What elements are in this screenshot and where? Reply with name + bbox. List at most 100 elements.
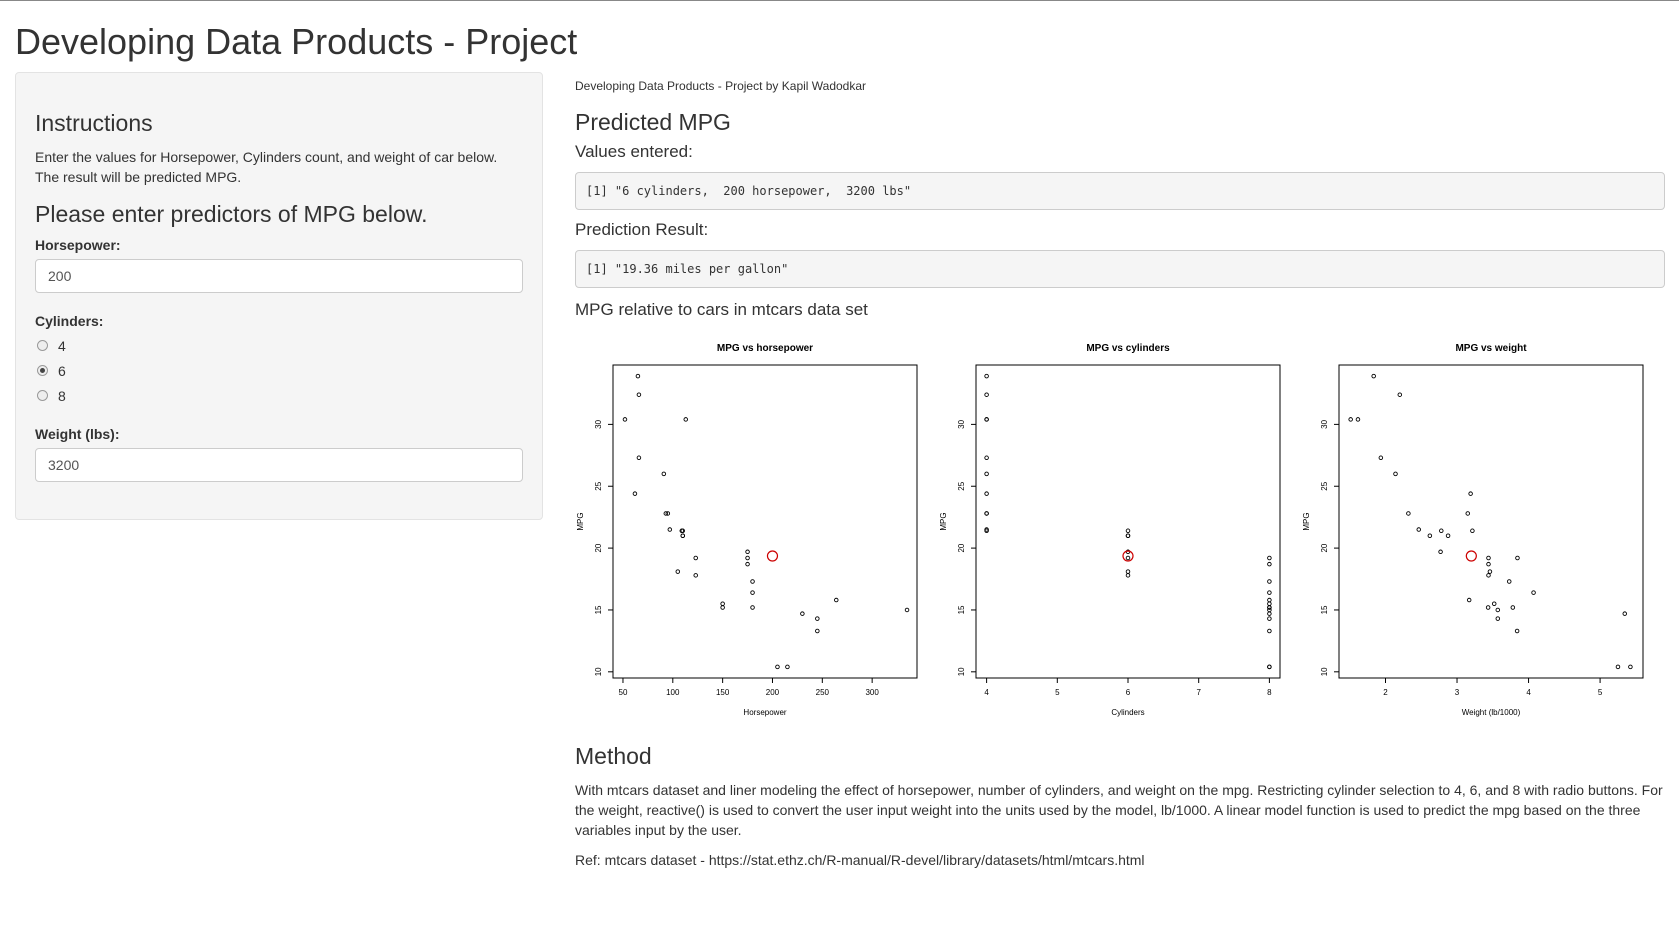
data-point [1486,561,1491,567]
instructions-line-1: Enter the values for Horsepower, Cylinde… [35,149,498,165]
prediction-result-label: Prediction Result: [575,220,709,239]
data-point [1615,664,1621,670]
x-axis-label: Weight (lb/1000) [1462,708,1521,717]
radio-button-6[interactable] [37,365,48,376]
x-tick-label: 7 [1196,688,1201,697]
data-point [636,455,642,461]
data-point [1491,601,1497,607]
data-point [1267,664,1272,670]
data-point [1622,611,1628,616]
radio-button-4[interactable] [37,340,48,351]
horsepower-label: Horsepower: [35,237,121,253]
data-point [1628,664,1633,670]
data-point [750,590,755,595]
radio-option-6[interactable]: 6 [35,358,523,383]
data-point [785,664,790,670]
x-tick-label: 2 [1383,688,1388,697]
x-tick-label: 150 [716,688,730,697]
y-tick-label: 25 [957,481,966,490]
chart-3: MPG vs weight 2 3 4 5 10 15 20 25 30 Weight (lb/10… [1302,343,1644,717]
page-title: Developing Data Products - Project [15,21,578,62]
sidebar-panel: Instructions Enter the values for Horsep… [15,72,543,520]
data-point [1267,597,1272,603]
data-point [984,392,989,397]
y-tick-label: 10 [1320,667,1329,676]
data-point [1487,569,1493,574]
x-tick-label: 3 [1455,688,1460,697]
data-point [636,392,642,397]
data-point [984,471,989,477]
x-tick-label: 300 [865,688,879,697]
data-point [1466,597,1472,603]
data-point [1125,528,1131,534]
data-point [1495,616,1501,621]
cylinders-group: Cylinders: 4 6 8 [35,313,523,408]
data-point [1465,511,1471,516]
data-point [1267,628,1272,634]
data-point [1348,417,1353,422]
data-point [1468,491,1473,496]
radio-option-8[interactable]: 8 [35,383,523,408]
y-tick-label: 30 [1320,419,1329,428]
data-point [720,601,725,607]
data-point [1267,579,1272,584]
data-point [984,373,989,379]
plots-svg: MPG vs horsepower 50 100 150 200 250 300 10 15 20… [576,343,1644,717]
data-point [1486,573,1491,578]
horsepower-group: Horsepower: [35,237,523,293]
data-point [745,549,750,555]
data-point [1510,605,1516,610]
y-tick-label: 25 [594,481,603,490]
weight-group: Weight (lbs): [35,426,523,482]
plot-frame [1338,364,1644,679]
data-point [745,561,750,567]
y-axis-label: MPG [1302,512,1311,530]
data-point [1267,555,1272,561]
x-tick-label: 4 [984,688,989,697]
horsepower-input[interactable] [35,259,523,293]
data-point [680,533,686,538]
data-point [1514,628,1520,634]
predictors-heading: Please enter predictors of MPG below. [35,201,428,227]
byline: Developing Data Products - Project by Ka… [575,79,867,93]
reference-text: Ref: mtcars dataset - https://stat.ethz.… [575,852,1145,868]
y-tick-label: 25 [1320,481,1329,490]
data-point [1427,533,1433,538]
x-tick-label: 5 [1598,688,1603,697]
data-point [683,417,689,422]
radio-button-8[interactable] [37,390,48,401]
data-point [661,471,667,477]
data-point [750,605,755,610]
radio-label-4: 4 [58,337,66,354]
data-point [1267,611,1272,616]
y-tick-label: 20 [957,543,966,552]
x-tick-label: 200 [766,688,780,697]
y-tick-label: 30 [957,419,966,428]
instructions-line-2: The result will be predicted MPG. [35,169,242,185]
data-point [1393,471,1398,477]
scatter-plots: MPG vs horsepower 50 100 150 200 250 300 10 15 20… [575,330,1665,730]
chart-title: MPG vs weight [1455,343,1527,354]
cylinders-label: Cylinders: [35,313,104,329]
y-tick-label: 20 [1320,543,1329,552]
y-tick-label: 15 [957,605,966,614]
plot-frame [612,364,918,679]
data-point [1125,569,1131,574]
data-point [622,417,628,422]
x-tick-label: 5 [1055,688,1060,697]
data-point [815,628,820,634]
predicted-point [766,550,779,562]
x-axis-label: Horsepower [743,708,786,717]
data-point [1438,549,1443,555]
x-tick-label: 100 [666,688,680,697]
chart-title: MPG vs horsepower [717,343,813,354]
main-panel: Developing Data Products - Project by Ka… [575,72,1665,880]
data-point [693,573,698,578]
y-tick-label: 30 [594,419,603,428]
data-point [1267,561,1272,567]
radio-option-4[interactable]: 4 [35,333,523,358]
plots-heading: MPG relative to cars in mtcars data set [575,300,868,319]
chart-1: MPG vs horsepower 50 100 150 200 250 300 10 15 20… [576,343,918,717]
radio-label-6: 6 [58,362,66,379]
weight-input[interactable] [35,448,523,482]
